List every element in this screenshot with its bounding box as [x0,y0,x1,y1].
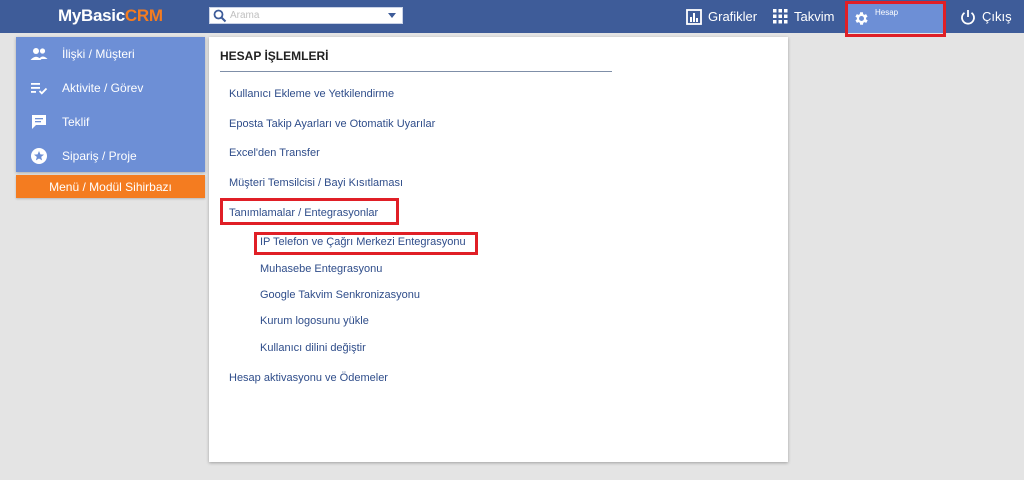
link-activation-payments[interactable]: Hesap aktivasyonu ve Ödemeler [229,372,388,384]
power-icon [961,9,975,24]
people-icon [30,48,48,60]
sidebar-item-offers[interactable]: Teklif [16,105,205,139]
nav-logout[interactable]: Çıkış [960,0,1012,33]
nav-charts[interactable]: Grafikler [686,0,757,33]
nav-account[interactable]: Hesap [848,3,944,33]
nav-charts-label: Grafikler [708,9,758,24]
nav-calendar-label: Takvim [794,9,835,24]
link-ip-phone-integration[interactable]: IP Telefon ve Çağrı Merkezi Entegrasyonu [260,236,466,248]
link-upload-logo[interactable]: Kurum logosunu yükle [260,315,369,327]
gear-icon [855,12,868,25]
link-google-calendar-sync[interactable]: Google Takvim Senkronizasyonu [260,289,420,301]
link-excel-transfer[interactable]: Excel'den Transfer [229,147,320,159]
divider [220,71,612,72]
nav-logout-label: Çıkış [982,9,1012,24]
menu-wizard-button[interactable]: Menü / Modül Sihirbazı [16,175,205,198]
sidebar-item-label: Teklif [62,115,90,129]
search-input[interactable] [230,8,380,23]
sidebar-item-label: İlişki / Müşteri [62,47,135,61]
app-logo[interactable]: MyBasicCRM [58,6,163,26]
search-box[interactable] [209,7,403,24]
nav-calendar[interactable]: Takvim [773,0,834,33]
link-accounting-integration[interactable]: Muhasebe Entegrasyonu [260,263,382,275]
link-user-management[interactable]: Kullanıcı Ekleme ve Yetkilendirme [229,88,394,100]
link-rep-restriction[interactable]: Müşteri Temsilcisi / Bayi Kısıtlaması [229,177,403,189]
sidebar-item-activities[interactable]: Aktivite / Görev [16,71,205,105]
logo-accent-text: CRM [124,6,163,25]
link-change-language[interactable]: Kullanıcı dilini değiştir [260,342,366,354]
search-icon [213,9,227,23]
bar-chart-icon [686,8,702,25]
link-definitions-integrations[interactable]: Tanımlamalar / Entegrasyonlar [229,207,378,219]
sidebar-menu: İlişki / Müşteri Aktivite / Görev Teklif… [16,37,205,172]
checklist-icon [31,83,48,95]
sidebar-item-customers[interactable]: İlişki / Müşteri [16,37,205,71]
panel-title: HESAP İŞLEMLERİ [220,49,329,63]
nav-account-label: Hesap [875,8,899,17]
account-operations-panel: HESAP İŞLEMLERİ Kullanıcı Ekleme ve Yetk… [209,37,788,462]
chevron-down-icon[interactable] [388,13,396,18]
star-icon [31,148,47,164]
sidebar-item-label: Aktivite / Görev [62,81,144,95]
link-email-settings[interactable]: Eposta Takip Ayarları ve Otomatik Uyarıl… [229,118,435,130]
message-icon [32,115,46,129]
grid-icon [773,9,788,24]
sidebar-item-label: Sipariş / Proje [62,149,137,163]
sidebar-item-orders[interactable]: Sipariş / Proje [16,139,205,173]
logo-text: MyBasic [58,6,125,25]
